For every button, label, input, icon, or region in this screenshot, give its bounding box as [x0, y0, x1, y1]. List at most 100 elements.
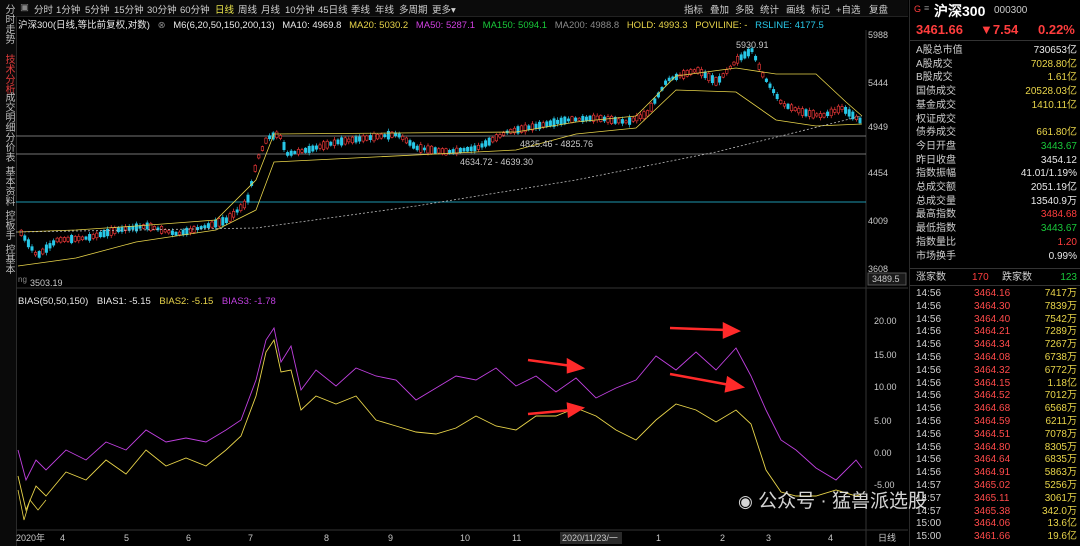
candle: [584, 116, 588, 121]
period-timeshare[interactable]: 分时: [34, 2, 53, 16]
tick-price: 3464.51: [974, 428, 1011, 440]
candle: [577, 117, 581, 121]
candle: [422, 147, 426, 151]
tick-price: 3464.68: [974, 403, 1011, 415]
tab-basic-info[interactable]: 基本资料: [2, 166, 14, 206]
candle: [311, 145, 315, 152]
stat-value: 730653亿: [1033, 45, 1077, 56]
candle: [260, 146, 264, 151]
candle: [646, 110, 650, 117]
candle: [430, 145, 434, 154]
stat-row: B股成交 1.61亿: [910, 71, 1080, 84]
tab-technical-analysis[interactable]: 技术分析: [2, 54, 14, 94]
candle: [52, 240, 56, 246]
candle: [361, 135, 365, 142]
period-monthly[interactable]: 月线: [261, 2, 280, 16]
tab-timeshare[interactable]: 分时走势: [2, 4, 14, 44]
envelope-lower: [17, 89, 863, 267]
candle: [768, 83, 772, 88]
more-label: 更多: [432, 5, 452, 16]
candle: [419, 144, 423, 153]
tool-draw[interactable]: 画线: [786, 2, 805, 16]
watermark: ◉ 公众号 · 猛兽派选股: [738, 486, 927, 513]
stat-label: 昨日收盘: [916, 154, 956, 166]
candle: [343, 137, 347, 145]
candle: [415, 145, 419, 151]
period-45day[interactable]: 45日线: [318, 2, 348, 16]
candle: [764, 78, 768, 82]
tick-price: 3464.21: [974, 326, 1011, 338]
high-label: 5930.91: [736, 40, 769, 50]
candle: [88, 234, 92, 241]
tool-add-watchlist[interactable]: +自选: [836, 2, 861, 16]
period-quarter[interactable]: 季线: [351, 2, 370, 16]
quote-panel: G ≡ 沪深300 000300 3461.66 ▼7.54 0.22% A股总…: [909, 0, 1080, 546]
period-weekly[interactable]: 周线: [238, 2, 257, 16]
candle: [235, 209, 239, 213]
candle: [779, 99, 783, 104]
period-15min[interactable]: 15分钟: [114, 2, 144, 16]
bias-tick: 15.00: [874, 350, 897, 360]
tick-volume: 7417万: [1044, 288, 1077, 299]
candle: [761, 72, 765, 78]
tool-mark[interactable]: 标记: [811, 2, 830, 16]
candle: [239, 204, 243, 212]
candle: [325, 140, 329, 149]
tick-volume: 7289万: [1044, 326, 1077, 338]
period-1min[interactable]: 1分钟: [56, 2, 80, 16]
period-daily[interactable]: 日线: [215, 2, 234, 16]
period-multi[interactable]: 多周期: [399, 2, 428, 16]
stat-row: 总成交量 13540.9万: [910, 195, 1080, 208]
stat-value: 661.80亿: [1036, 127, 1077, 139]
period-year[interactable]: 年线: [375, 2, 394, 16]
candle: [556, 119, 560, 124]
toolbar-icon[interactable]: ▣: [20, 2, 29, 13]
candle: [206, 223, 210, 229]
candle: [631, 117, 635, 122]
ma150-value: MA150: 5094.1: [482, 20, 548, 30]
bias-tick: 20.00: [874, 316, 897, 326]
tick-volume: 19.6亿: [1047, 531, 1077, 543]
candle: [408, 140, 412, 146]
stat-value: 1410.11亿: [1031, 99, 1077, 111]
candle: [642, 111, 646, 120]
period-more[interactable]: 更多▾: [432, 2, 456, 16]
tool-multi-stock[interactable]: 多股: [735, 2, 754, 16]
tab-price-table[interactable]: 分价表: [2, 132, 14, 162]
stat-value: 1.61亿: [1047, 72, 1077, 84]
tab-control-basic[interactable]: 控基本: [2, 244, 14, 274]
tool-replay[interactable]: 复盘: [869, 2, 888, 16]
menu-icon[interactable]: ≡: [924, 3, 929, 13]
period-tag[interactable]: 日线: [878, 532, 896, 543]
stat-value: 3484.68: [1040, 209, 1077, 221]
candle: [199, 226, 203, 230]
close-icon[interactable]: ⊗: [158, 20, 166, 30]
time-tick: 3: [766, 533, 771, 543]
candle: [782, 103, 786, 107]
candle: [109, 227, 113, 236]
candle: [300, 149, 304, 153]
period-10min[interactable]: 10分钟: [285, 2, 315, 16]
m6-label[interactable]: M6(6,20,50,150,200,13): [173, 20, 274, 30]
candle: [840, 106, 844, 110]
tick-time: 14:56: [916, 454, 942, 466]
candle: [739, 54, 743, 61]
candle: [167, 230, 171, 234]
tool-overlay[interactable]: 叠加: [710, 2, 729, 16]
tool-stats[interactable]: 统计: [760, 2, 779, 16]
up-count: 170: [972, 272, 989, 283]
candle: [559, 117, 563, 125]
period-60min[interactable]: 60分钟: [180, 2, 210, 16]
tab-trade-detail[interactable]: 成交明细: [2, 92, 14, 132]
divider: [910, 40, 1080, 41]
period-30min[interactable]: 30分钟: [147, 2, 177, 16]
tab-control-hand[interactable]: 控板手: [2, 210, 14, 240]
candle: [203, 225, 207, 229]
candle: [163, 229, 167, 233]
candle: [152, 226, 156, 230]
period-5min[interactable]: 5分钟: [85, 2, 109, 16]
kline-chart[interactable]: 5988 5444 4949 4454 4009 3608 3489.5 20.…: [16, 30, 908, 546]
stat-label: 最低指数: [916, 223, 956, 235]
tool-indicator[interactable]: 指标: [684, 2, 703, 16]
stat-value: 3443.67: [1040, 223, 1077, 235]
